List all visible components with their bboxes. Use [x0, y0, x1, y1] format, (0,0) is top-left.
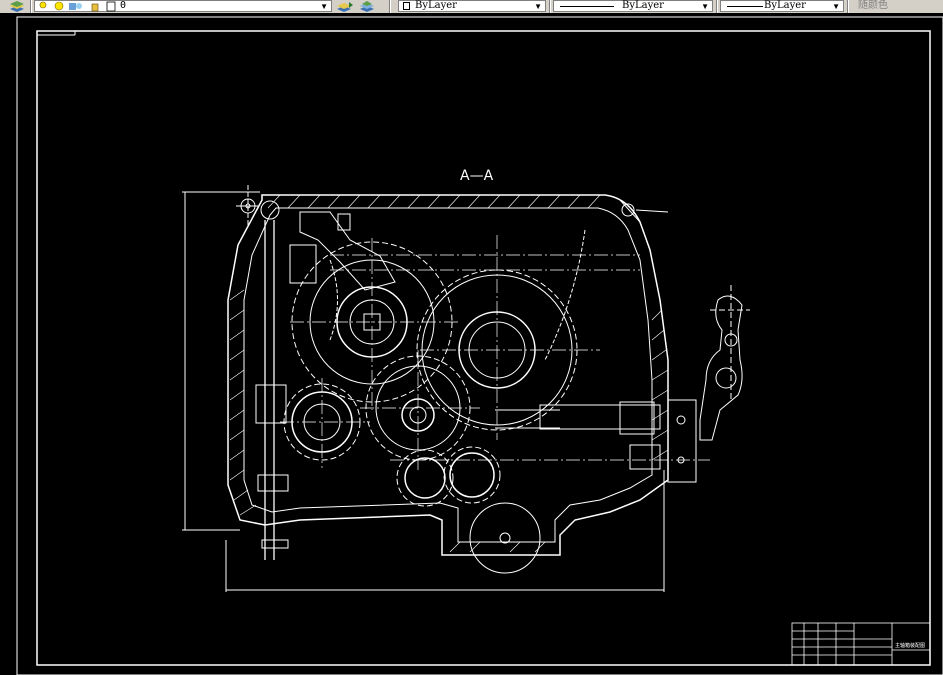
- toolbar-separator: [30, 0, 32, 13]
- properties-toolbar: 0 ▼ ByLayer ▼ ByLayer ▼ ByLayer ▼ 随颜色: [0, 0, 943, 13]
- layer-stack-icon: [10, 0, 24, 12]
- lineweight-value: ByLayer: [764, 0, 806, 11]
- chevron-down-icon: ▼: [701, 2, 709, 11]
- housing-hatch: [229, 194, 669, 553]
- gear-train: [283, 241, 578, 574]
- color-swatch-icon: [403, 2, 410, 10]
- dimension-lines: [182, 191, 665, 592]
- layer-previous-icon: [360, 0, 374, 12]
- make-current-layer-button[interactable]: [336, 0, 354, 13]
- left-control-shaft: [236, 185, 317, 560]
- color-value: ByLayer: [415, 0, 457, 11]
- layer-previous-button[interactable]: [358, 0, 376, 13]
- toolbar-separator: [716, 0, 718, 13]
- lineweight-dropdown[interactable]: ByLayer ▼: [720, 0, 844, 12]
- shift-fork-linkage: [299, 211, 586, 361]
- linetype-preview-icon: [560, 6, 614, 7]
- drawing-frame: [36, 30, 931, 666]
- toolbar-separator: [389, 0, 391, 13]
- title-block-name: 主轴箱装配图: [895, 642, 925, 649]
- paper-outer-border: [16, 16, 943, 675]
- drawing-canvas[interactable]: A—A 主轴箱装配图: [0, 13, 943, 675]
- chevron-down-icon: ▼: [320, 2, 328, 11]
- plotstyle-dropdown[interactable]: 随颜色: [858, 0, 888, 11]
- layer-dropdown[interactable]: 0 ▼: [34, 0, 332, 12]
- oil-plug: [619, 199, 669, 223]
- chevron-down-icon: ▼: [534, 2, 542, 11]
- toolbar-separator: [549, 0, 551, 13]
- layer-state-icons: [39, 1, 116, 12]
- color-dropdown[interactable]: ByLayer ▼: [398, 0, 546, 12]
- lineweight-preview-icon: [727, 6, 763, 7]
- toolbar-separator: [847, 0, 849, 13]
- right-shaft-assembly: [495, 285, 750, 483]
- housing-inner-outline: [243, 207, 653, 543]
- linetype-dropdown[interactable]: ByLayer ▼: [553, 0, 713, 12]
- section-label: A—A: [460, 168, 494, 184]
- linetype-value: ByLayer: [622, 0, 664, 11]
- layer-name: 0: [120, 0, 127, 11]
- lever-handle: [699, 295, 743, 441]
- center-lines: [280, 235, 710, 470]
- housing-outer-outline: [227, 194, 669, 556]
- chevron-down-icon: ▼: [832, 2, 840, 11]
- layer-current-icon: [337, 1, 353, 12]
- layer-manager-button[interactable]: [8, 0, 26, 13]
